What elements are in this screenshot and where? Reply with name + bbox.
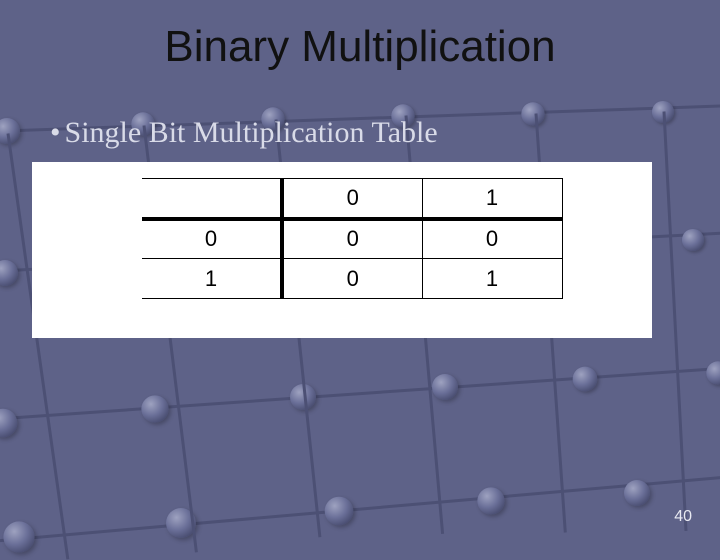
table-corner-cell bbox=[142, 179, 282, 219]
table-col-header: 0 bbox=[282, 179, 422, 219]
slide-title: Binary Multiplication bbox=[0, 22, 720, 72]
table-panel: 0 1 0 0 0 1 0 1 bbox=[32, 162, 652, 338]
page-number: 40 bbox=[674, 508, 692, 526]
bullet-item: •Single Bit Multiplication Table bbox=[50, 116, 438, 150]
multiplication-table: 0 1 0 0 0 1 0 1 bbox=[142, 178, 563, 299]
table-row: 1 0 1 bbox=[142, 259, 562, 299]
table-cell: 0 bbox=[282, 219, 422, 259]
table-row-header: 1 bbox=[142, 259, 282, 299]
table-cell: 0 bbox=[422, 219, 562, 259]
bullet-dot-icon: • bbox=[50, 116, 61, 149]
table-cell: 0 bbox=[282, 259, 422, 299]
table-col-header: 1 bbox=[422, 179, 562, 219]
table-row-header: 0 bbox=[142, 219, 282, 259]
bullet-text: Single Bit Multiplication Table bbox=[65, 116, 438, 149]
table-header-row: 0 1 bbox=[142, 179, 562, 219]
table-row: 0 0 0 bbox=[142, 219, 562, 259]
table-cell: 1 bbox=[422, 259, 562, 299]
